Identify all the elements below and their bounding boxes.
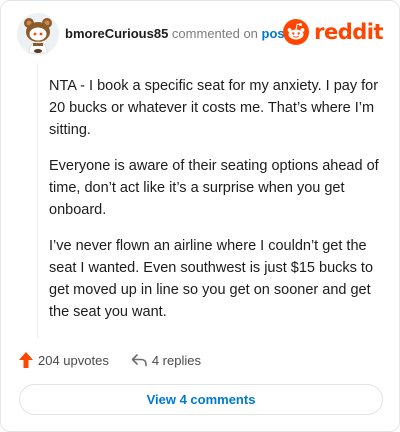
thread-line[interactable] (37, 63, 38, 339)
comment-stats: 204 upvotes 4 replies (19, 350, 201, 370)
comment-paragraph: NTA - I book a specific seat for my anxi… (49, 78, 379, 138)
comment-meta: bmoreCurious85 commented on post (65, 26, 289, 42)
view-comments-button[interactable]: View 4 comments (19, 384, 383, 415)
upvote-count: 204 upvotes (38, 352, 109, 368)
user-avatar[interactable] (17, 13, 59, 55)
comment-paragraph: I’ve never flown an airline where I coul… (49, 238, 374, 320)
upvote-arrow-icon (19, 352, 33, 368)
comment-paragraph: Everyone is aware of their seating optio… (49, 158, 379, 218)
snoo-avatar-icon (17, 13, 59, 55)
reddit-logo-icon (283, 19, 310, 45)
reddit-brand[interactable]: reddit (283, 18, 383, 46)
reddit-wordmark: reddit (314, 20, 383, 44)
replies-button[interactable]: 4 replies (131, 353, 201, 368)
reply-count: 4 replies (151, 352, 201, 368)
upvote-button[interactable]: 204 upvotes (19, 352, 109, 368)
comment-card: bmoreCurious85 commented on post reddit … (0, 0, 400, 432)
comment-header: bmoreCurious85 commented on post reddit (17, 13, 383, 57)
reply-arrow-icon (131, 354, 147, 367)
commented-on-text: commented on (168, 26, 262, 41)
username-link[interactable]: bmoreCurious85 (65, 26, 168, 41)
comment-body: NTA - I book a specific seat for my anxi… (49, 75, 381, 337)
